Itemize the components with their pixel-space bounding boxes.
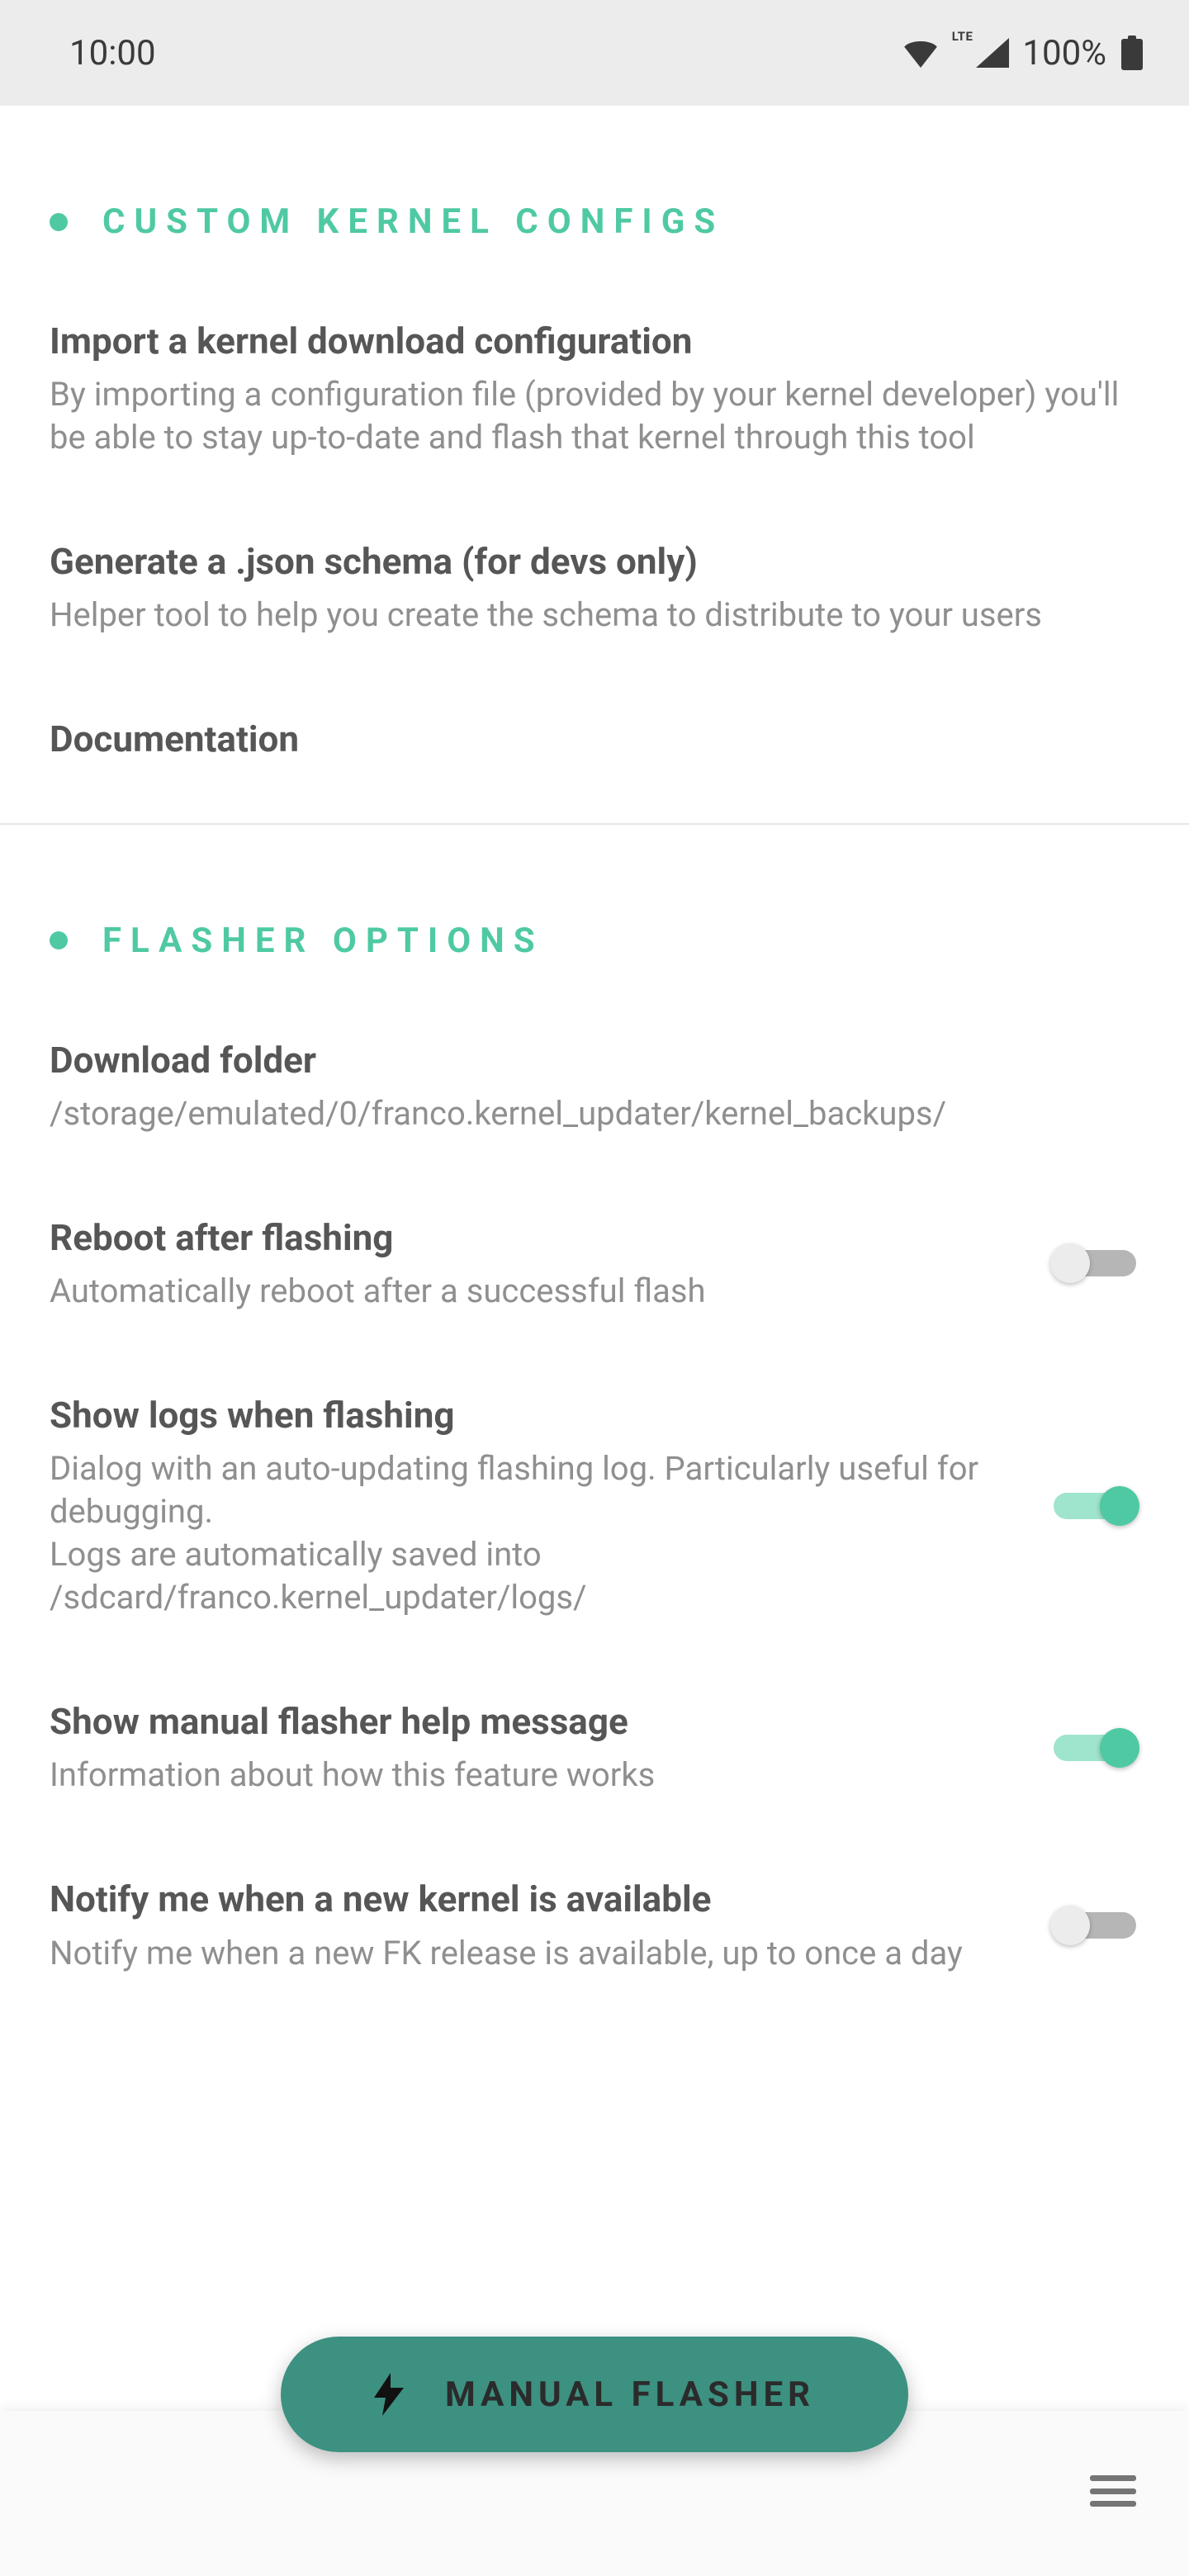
toggle-help-message[interactable]	[1054, 1723, 1146, 1773]
item-help-message[interactable]: Show manual flasher help message Informa…	[0, 1659, 1189, 1836]
section-title: CUSTOM KERNEL CONFIGS	[102, 201, 724, 242]
status-bar: 10:00 LTE 100%	[0, 0, 1189, 106]
battery-icon	[1121, 36, 1143, 70]
item-title: Import a kernel download configuration	[50, 318, 1139, 365]
status-time: 10:00	[69, 33, 156, 73]
item-title: Notify me when a new kernel is available	[50, 1876, 1021, 1923]
status-indicators: LTE 100%	[902, 33, 1143, 73]
item-download-folder[interactable]: Download folder /storage/emulated/0/fran…	[0, 997, 1189, 1175]
item-reboot-after-flashing[interactable]: Reboot after flashing Automatically rebo…	[0, 1175, 1189, 1352]
toggle-show-logs[interactable]	[1054, 1481, 1146, 1531]
item-subtitle: /storage/emulated/0/franco.kernel_update…	[50, 1092, 1139, 1135]
item-subtitle: Information about how this feature works	[50, 1754, 1021, 1797]
item-notify-new-kernel[interactable]: Notify me when a new kernel is available…	[0, 1836, 1189, 2014]
item-subtitle: Automatically reboot after a successful …	[50, 1270, 1021, 1313]
item-title: Reboot after flashing	[50, 1215, 1021, 1262]
wifi-icon	[902, 38, 939, 68]
item-title: Generate a .json schema (for devs only)	[50, 538, 1139, 585]
item-import-config[interactable]: Import a kernel download configuration B…	[0, 278, 1189, 499]
item-subtitle: Dialog with an auto-updating flashing lo…	[50, 1447, 1021, 1619]
section-title: FLASHER OPTIONS	[102, 921, 544, 961]
item-documentation[interactable]: Documentation	[0, 676, 1189, 803]
section-bullet-icon	[50, 213, 68, 231]
item-subtitle: By importing a configuration file (provi…	[50, 373, 1139, 459]
item-subtitle: Helper tool to help you create the schem…	[50, 594, 1139, 637]
item-subtitle: Notify me when a new FK release is avail…	[50, 1932, 1021, 1975]
item-title: Show manual flasher help message	[50, 1698, 1021, 1745]
toggle-reboot[interactable]	[1054, 1238, 1146, 1288]
flash-icon	[374, 2373, 404, 2416]
item-generate-schema[interactable]: Generate a .json schema (for devs only) …	[0, 499, 1189, 676]
item-title: Documentation	[50, 716, 1139, 763]
toggle-notify[interactable]	[1054, 1901, 1146, 1950]
section-header-flasher-options: FLASHER OPTIONS	[0, 825, 1189, 997]
item-title: Show logs when flashing	[50, 1392, 1021, 1439]
manual-flasher-button[interactable]: MANUAL FLASHER	[281, 2337, 908, 2452]
menu-icon[interactable]	[1090, 2475, 1136, 2507]
item-show-logs[interactable]: Show logs when flashing Dialog with an a…	[0, 1352, 1189, 1659]
section-bullet-icon	[50, 931, 68, 949]
cellular-icon	[976, 38, 1009, 68]
section-header-custom-kernel: CUSTOM KERNEL CONFIGS	[0, 106, 1189, 278]
lte-label: LTE	[952, 31, 973, 43]
battery-percent: 100%	[1022, 33, 1106, 73]
item-title: Download folder	[50, 1037, 1139, 1084]
content: CUSTOM KERNEL CONFIGS Import a kernel do…	[0, 106, 1189, 2015]
fab-label: MANUAL FLASHER	[445, 2375, 815, 2415]
